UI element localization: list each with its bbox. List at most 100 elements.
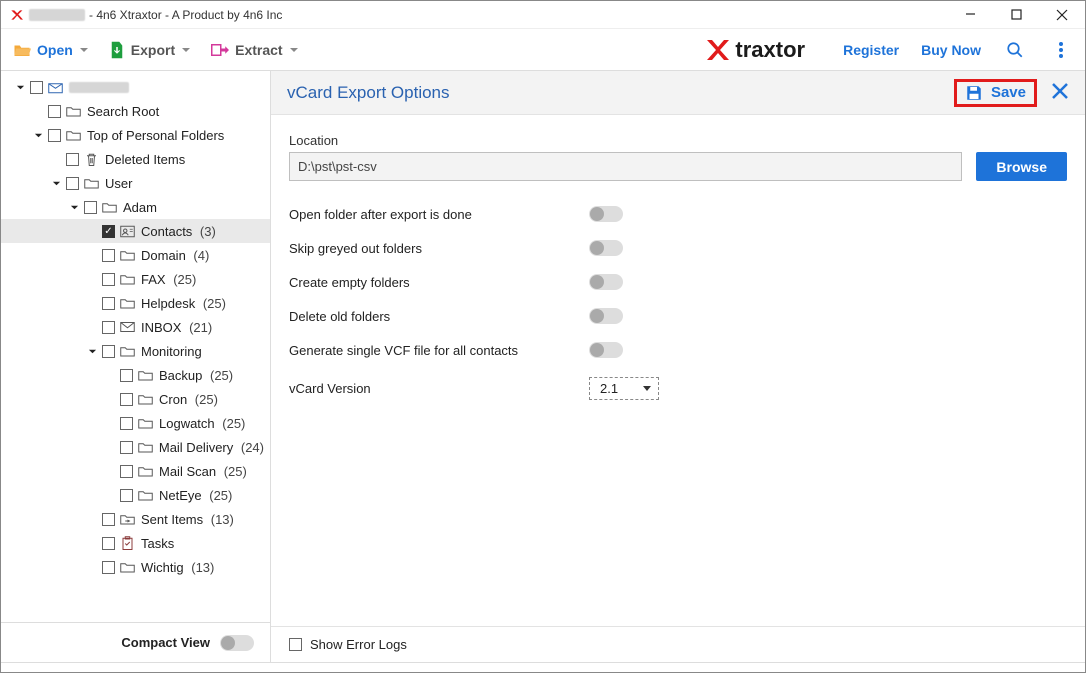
tree-count: (25): [191, 392, 218, 407]
option-toggle[interactable]: [589, 240, 623, 256]
tree-item[interactable]: Helpdesk (25): [1, 291, 270, 315]
tree-label: INBOX: [141, 320, 181, 335]
option-toggle[interactable]: [589, 206, 623, 222]
tree-caret-icon[interactable]: [69, 202, 80, 213]
vcard-version-select[interactable]: 2.1: [589, 377, 659, 400]
tree-checkbox[interactable]: [66, 153, 79, 166]
sent-icon: [120, 512, 135, 527]
register-link[interactable]: Register: [843, 42, 899, 58]
folder-icon: [138, 488, 153, 503]
tree-label: Mail Scan: [159, 464, 216, 479]
main-panel: vCard Export Options Save Location Brows…: [271, 71, 1085, 662]
more-button[interactable]: [1049, 38, 1073, 62]
titlebar: - 4n6 Xtraxtor - A Product by 4n6 Inc: [1, 1, 1085, 29]
tree-count: (25): [199, 296, 226, 311]
chevron-down-icon: [289, 45, 299, 55]
tree-item[interactable]: Cron (25): [1, 387, 270, 411]
close-icon: [1051, 82, 1069, 100]
tree-caret-icon[interactable]: [33, 130, 44, 141]
open-button[interactable]: Open: [13, 42, 89, 58]
close-button[interactable]: [1039, 1, 1085, 29]
tree-item[interactable]: User: [1, 171, 270, 195]
compact-view-toggle[interactable]: [220, 635, 254, 651]
vcard-version-label: vCard Version: [289, 381, 589, 396]
extract-button[interactable]: Extract: [211, 42, 298, 58]
tree-label: NetEye: [159, 488, 202, 503]
tree-checkbox[interactable]: [48, 105, 61, 118]
compact-view-label: Compact View: [121, 635, 210, 650]
tree-checkbox[interactable]: [66, 177, 79, 190]
tree-checkbox[interactable]: [102, 249, 115, 262]
folder-icon: [138, 392, 153, 407]
tree-checkbox[interactable]: [30, 81, 43, 94]
minimize-button[interactable]: [947, 1, 993, 29]
tree-count: (13): [188, 560, 215, 575]
tree-checkbox[interactable]: [102, 321, 115, 334]
tree-checkbox[interactable]: [102, 513, 115, 526]
tree-item[interactable]: Tasks: [1, 531, 270, 555]
location-input[interactable]: [289, 152, 962, 181]
tree-checkbox[interactable]: [120, 369, 133, 382]
tree-item[interactable]: Search Root: [1, 99, 270, 123]
tree-item[interactable]: Adam: [1, 195, 270, 219]
tree-item[interactable]: Mail Delivery (24): [1, 435, 270, 459]
buy-now-link[interactable]: Buy Now: [921, 42, 981, 58]
option-toggle[interactable]: [589, 308, 623, 324]
search-button[interactable]: [1003, 38, 1027, 62]
tree-item[interactable]: FAX (25): [1, 267, 270, 291]
folder-icon: [66, 104, 81, 119]
tree-item[interactable]: Monitoring: [1, 339, 270, 363]
tree-checkbox[interactable]: [120, 417, 133, 430]
tree-checkbox[interactable]: [102, 561, 115, 574]
tree-checkbox[interactable]: [120, 441, 133, 454]
tree-item[interactable]: ✓Contacts (3): [1, 219, 270, 243]
option-toggle[interactable]: [589, 274, 623, 290]
toolbar: Open Export Extract traxtor Register Buy…: [1, 29, 1085, 71]
save-icon: [965, 84, 983, 102]
tree-checkbox[interactable]: [120, 489, 133, 502]
export-button[interactable]: Export: [109, 41, 191, 59]
tree-item[interactable]: [1, 75, 270, 99]
tree-count: (21): [185, 320, 212, 335]
sidebar-footer: Compact View: [1, 622, 270, 662]
extract-icon: [211, 42, 229, 58]
tree-caret-icon[interactable]: [87, 346, 98, 357]
tree-label: Monitoring: [141, 344, 202, 359]
tree-label: Search Root: [87, 104, 159, 119]
tree-item[interactable]: Top of Personal Folders: [1, 123, 270, 147]
close-panel-button[interactable]: [1051, 82, 1069, 103]
tree-caret-icon[interactable]: [15, 82, 26, 93]
folder-tree[interactable]: Search Root Top of Personal FoldersDelete…: [1, 71, 270, 622]
option-toggle[interactable]: [589, 342, 623, 358]
maximize-button[interactable]: [993, 1, 1039, 29]
tree-item[interactable]: Mail Scan (25): [1, 459, 270, 483]
mailbox-icon: [48, 80, 63, 95]
browse-button[interactable]: Browse: [976, 152, 1067, 181]
folder-icon: [120, 344, 135, 359]
tree-checkbox[interactable]: [48, 129, 61, 142]
tree-count: (25): [219, 416, 246, 431]
tree-checkbox[interactable]: [102, 537, 115, 550]
tree-item[interactable]: Wichtig (13): [1, 555, 270, 579]
tree-item[interactable]: NetEye (25): [1, 483, 270, 507]
tree-checkbox[interactable]: [120, 465, 133, 478]
tree-checkbox[interactable]: [102, 345, 115, 358]
tree-item[interactable]: Deleted Items: [1, 147, 270, 171]
tree-label: Adam: [123, 200, 157, 215]
tree-checkbox[interactable]: [84, 201, 97, 214]
show-error-logs-checkbox[interactable]: [289, 638, 302, 651]
location-label: Location: [289, 133, 1067, 148]
tree-checkbox[interactable]: [102, 297, 115, 310]
tree-item[interactable]: Sent Items (13): [1, 507, 270, 531]
tree-item[interactable]: Logwatch (25): [1, 411, 270, 435]
tree-item[interactable]: Domain (4): [1, 243, 270, 267]
tree-checkbox[interactable]: [102, 273, 115, 286]
save-button[interactable]: Save: [954, 79, 1037, 107]
tree-label: Sent Items: [141, 512, 203, 527]
tree-item[interactable]: INBOX (21): [1, 315, 270, 339]
tree-checkbox[interactable]: [120, 393, 133, 406]
tree-checkbox[interactable]: ✓: [102, 225, 115, 238]
chevron-down-icon: [181, 45, 191, 55]
tree-caret-icon[interactable]: [51, 178, 62, 189]
tree-item[interactable]: Backup (25): [1, 363, 270, 387]
